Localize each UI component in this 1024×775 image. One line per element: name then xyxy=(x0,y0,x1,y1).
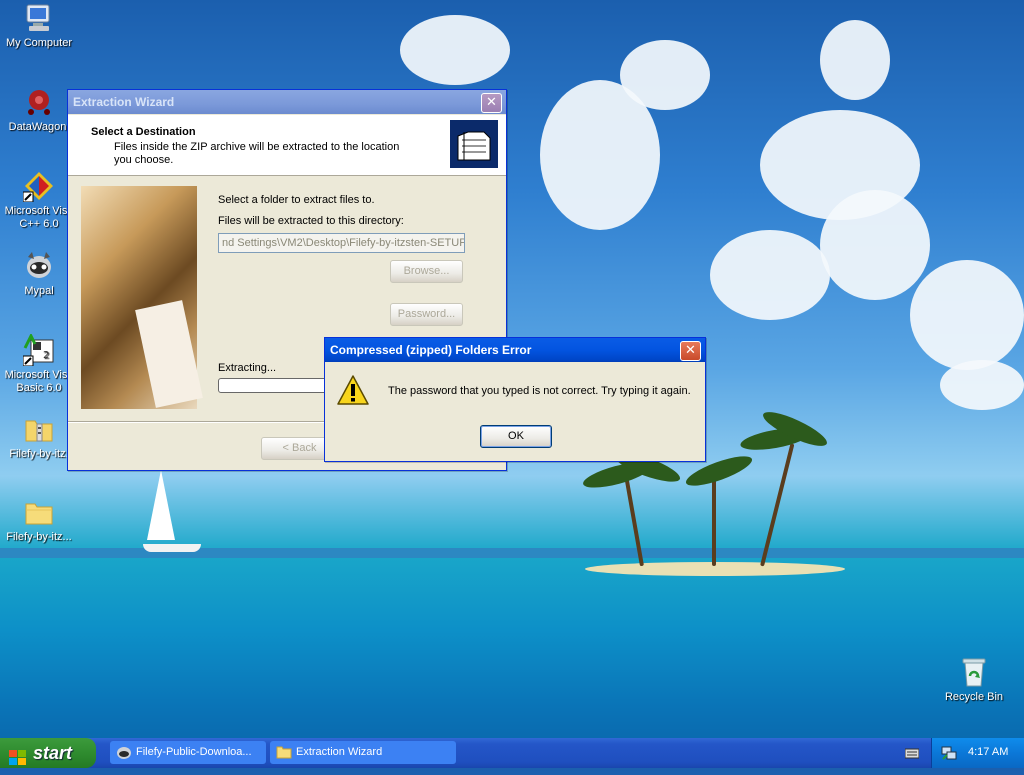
svg-text:2: 2 xyxy=(43,350,49,361)
network-icon[interactable] xyxy=(941,745,957,761)
directory-label: Files will be extracted to this director… xyxy=(218,215,404,227)
error-dialog: Compressed (zipped) Folders Error ✕ The … xyxy=(324,337,706,462)
error-dialog-close-button[interactable]: ✕ xyxy=(680,341,701,361)
taskbar-item-label: Extraction Wizard xyxy=(296,746,383,758)
recycle-bin-icon xyxy=(958,656,990,688)
desktop-icon-recycle-bin[interactable]: Recycle Bin xyxy=(935,656,1013,704)
warning-icon xyxy=(336,374,370,406)
windows-logo-icon xyxy=(9,745,27,765)
desktop-icon-filefy-folder[interactable]: Filefy-by-itz... xyxy=(0,496,78,544)
visual-cpp-icon xyxy=(22,170,55,203)
ok-button[interactable]: OK xyxy=(480,425,552,448)
error-dialog-title: Compressed (zipped) Folders Error xyxy=(330,343,532,357)
wizard-close-button[interactable]: ✕ xyxy=(481,93,502,113)
taskbar-item-extraction-wizard[interactable]: Extraction Wizard xyxy=(270,741,456,764)
datawagon-icon xyxy=(23,86,55,118)
error-dialog-titlebar[interactable]: Compressed (zipped) Folders Error ✕ xyxy=(325,338,705,362)
taskbar: start Filefy-Public-Downloa... Extractio… xyxy=(0,738,1024,768)
computer-icon xyxy=(23,2,55,34)
folders-icon xyxy=(450,120,498,168)
taskbar-item-filefy-public[interactable]: Filefy-Public-Downloa... xyxy=(110,741,266,764)
wizard-side-image xyxy=(81,186,203,409)
keyboard-icon[interactable] xyxy=(904,747,920,759)
close-icon: ✕ xyxy=(685,342,696,357)
start-button[interactable]: start xyxy=(0,738,96,768)
mypal-browser-icon xyxy=(23,250,55,282)
wizard-header-title: Select a Destination xyxy=(91,126,196,138)
wizard-titlebar[interactable]: Extraction Wizard ✕ xyxy=(68,90,506,114)
taskbar-item-label: Filefy-Public-Downloa... xyxy=(136,746,252,758)
select-folder-label: Select a folder to extract files to. xyxy=(218,194,375,206)
desktop-icon-my-computer[interactable]: My Computer xyxy=(0,2,78,50)
mypal-browser-icon xyxy=(116,745,132,759)
wizard-header: Select a Destination Files inside the ZI… xyxy=(68,115,506,176)
error-message: The password that you typed is not corre… xyxy=(388,385,691,397)
start-label: start xyxy=(33,743,73,763)
zip-folder-icon xyxy=(23,413,55,445)
wizard-title: Extraction Wizard xyxy=(73,95,175,109)
visual-basic-icon: 2 xyxy=(22,332,55,367)
wizard-header-description: Files inside the ZIP archive will be ext… xyxy=(114,141,400,166)
folder-icon xyxy=(276,745,292,759)
folder-icon xyxy=(23,496,55,528)
browse-button[interactable]: Browse... xyxy=(390,260,463,283)
clock[interactable]: 4:17 AM xyxy=(968,746,1008,758)
directory-input[interactable]: nd Settings\VM2\Desktop\Filefy-by-itzste… xyxy=(218,233,465,253)
password-button[interactable]: Password... xyxy=(390,303,463,326)
close-icon: ✕ xyxy=(486,94,497,109)
system-tray: 4:17 AM xyxy=(931,738,1024,768)
extracting-label: Extracting... xyxy=(218,362,277,374)
